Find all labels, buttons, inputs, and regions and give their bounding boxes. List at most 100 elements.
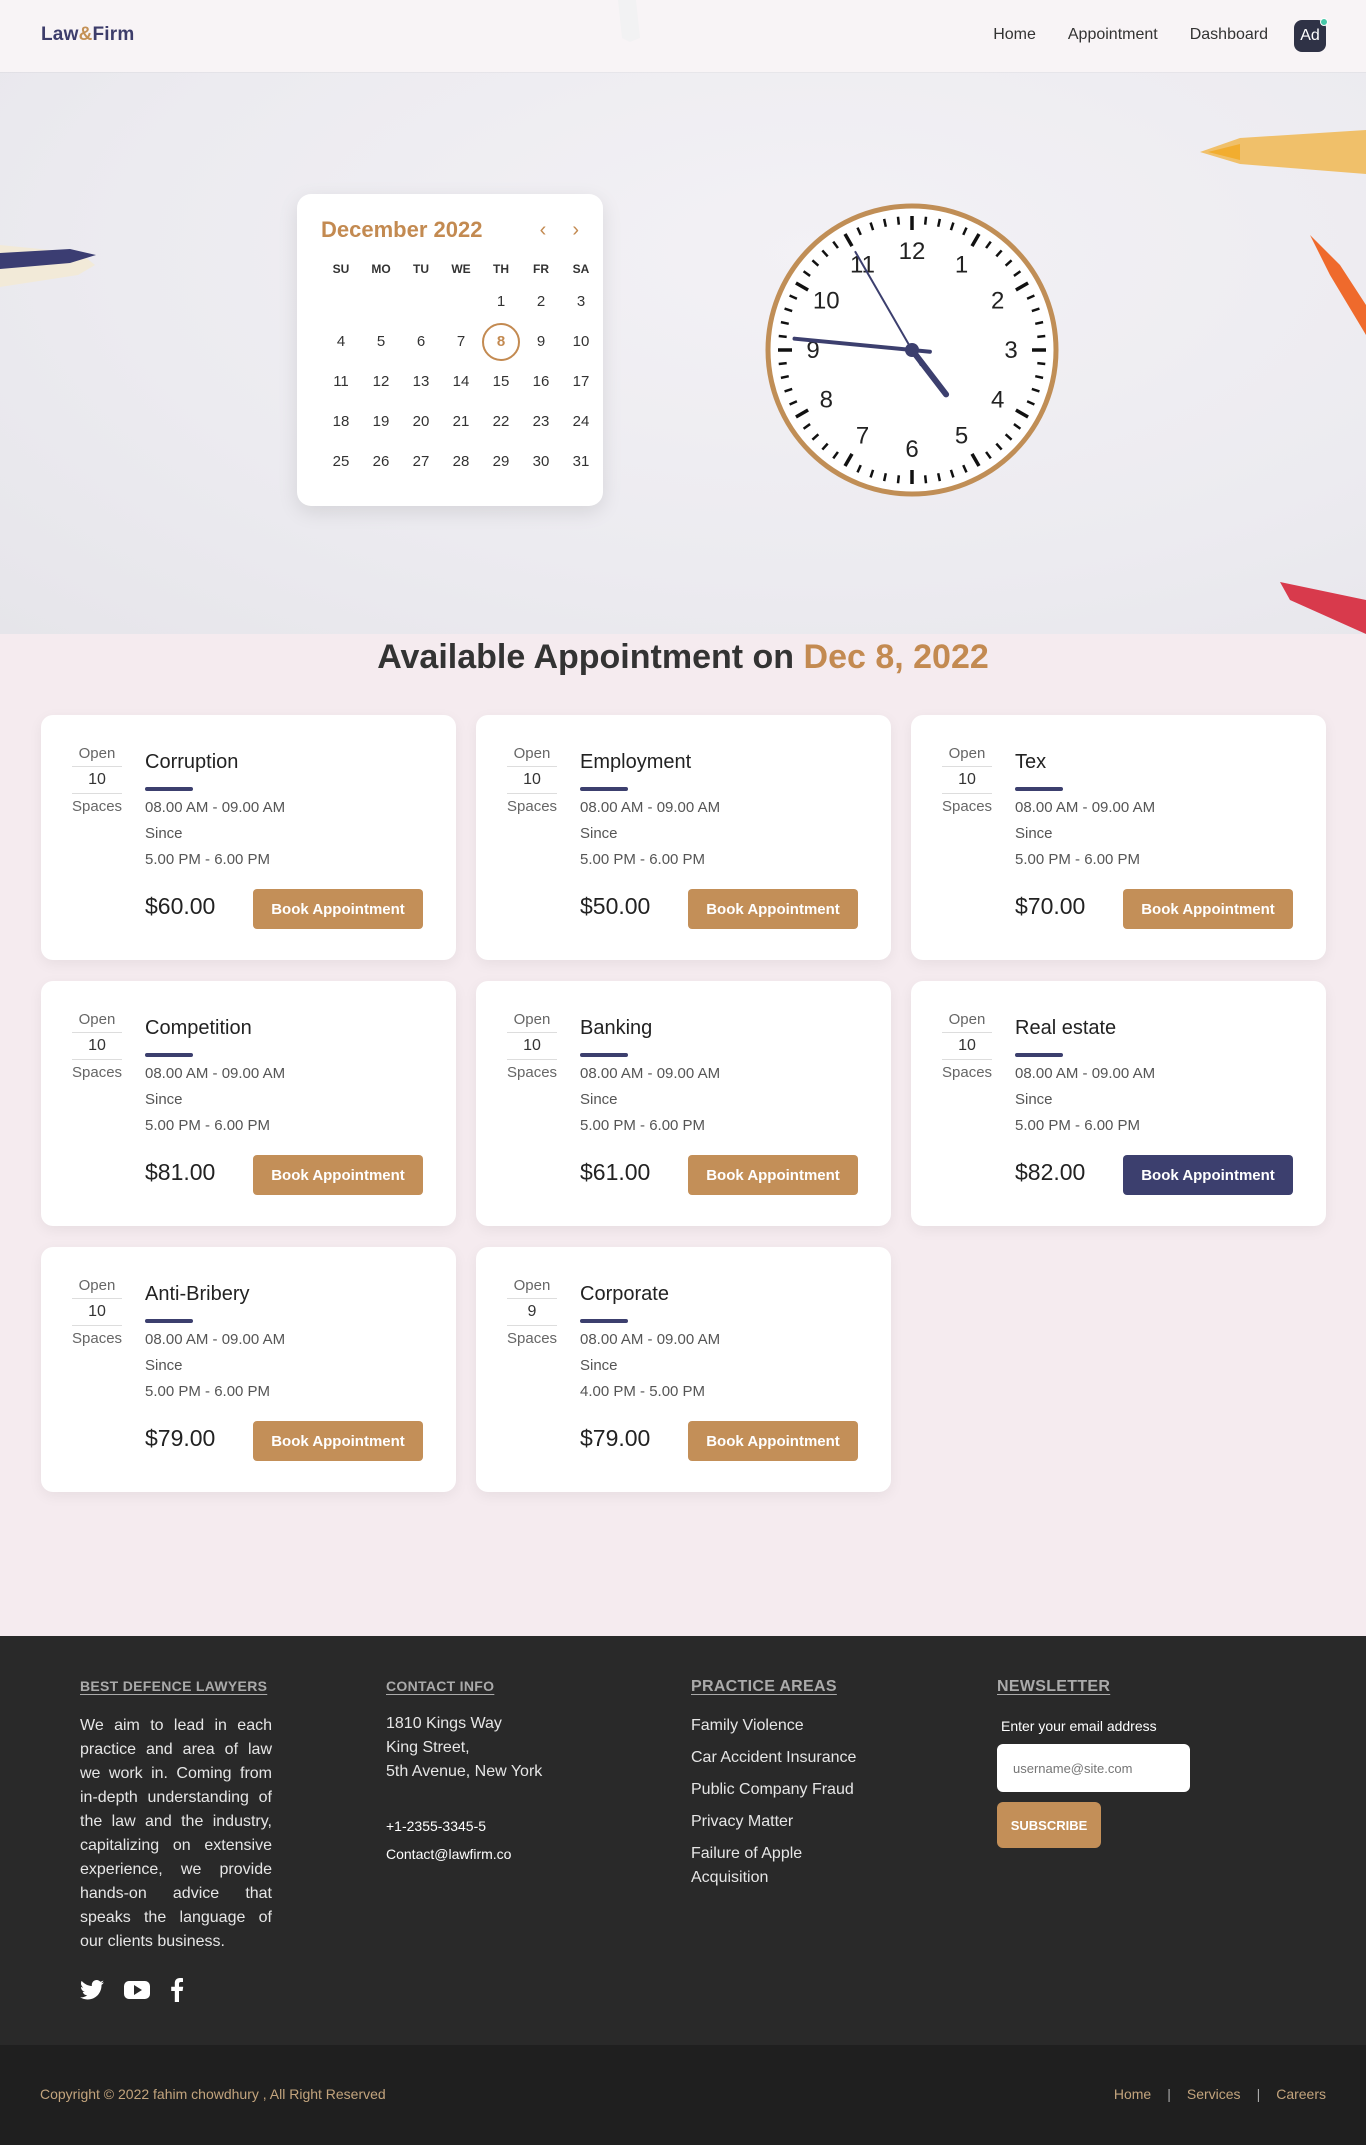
nav-link-appointment[interactable]: Appointment <box>1068 26 1158 44</box>
facebook-icon[interactable] <box>170 1978 184 2002</box>
book-appointment-button[interactable]: Book Appointment <box>688 1421 858 1461</box>
weekday-header: FR <box>533 262 549 276</box>
nav-link-dashboard[interactable]: Dashboard <box>1190 26 1268 44</box>
twitter-icon[interactable] <box>80 1980 104 2000</box>
practice-link[interactable]: Car Accident Insurance <box>691 1746 871 1770</box>
book-appointment-button[interactable]: Book Appointment <box>1123 889 1293 929</box>
appointment-card: Open 10 Spaces Corruption 08.00 AM - 09.00 A… <box>41 715 456 960</box>
calendar-day[interactable]: 1 <box>481 282 521 322</box>
practice-link[interactable]: Public Company Fraud <box>691 1778 871 1802</box>
calendar-day[interactable]: 2 <box>521 282 561 322</box>
newsletter-email-input[interactable] <box>997 1744 1190 1792</box>
calendar-day-selected[interactable]: 8 <box>481 322 521 362</box>
book-appointment-button[interactable]: Book Appointment <box>688 889 858 929</box>
practice-link[interactable]: Failure of Apple Acquisition <box>691 1842 831 1890</box>
bottom-link-home[interactable]: Home <box>1114 2086 1151 2102</box>
calendar-day[interactable]: 6 <box>401 322 441 362</box>
open-label: Open <box>78 745 116 762</box>
bottom-link-services[interactable]: Services <box>1187 2086 1241 2102</box>
calendar-day[interactable]: 20 <box>401 402 441 442</box>
calendar-day[interactable]: 5 <box>361 322 401 362</box>
subscribe-button[interactable]: SUBSCRIBE <box>997 1802 1101 1848</box>
clock-numeral: 10 <box>813 288 840 315</box>
address-line-3: 5th Avenue, New York <box>386 1763 543 1780</box>
section-title: Available Appointment on Dec 8, 2022 <box>377 638 989 676</box>
selected-date: Dec 8, 2022 <box>803 638 989 676</box>
calendar-day[interactable]: 17 <box>561 362 601 402</box>
spaces-count: 10 <box>942 766 992 794</box>
calendar-day[interactable]: 10 <box>561 322 601 362</box>
nav-link-home[interactable]: Home <box>993 26 1036 44</box>
youtube-icon[interactable] <box>124 1980 150 2000</box>
link-separator: | <box>1256 2086 1261 2102</box>
clock-tick <box>1034 320 1044 326</box>
calendar-day[interactable]: 25 <box>321 442 361 482</box>
card-title: Corruption <box>145 751 239 773</box>
book-appointment-button[interactable]: Book Appointment <box>253 889 423 929</box>
card-title: Employment <box>580 751 692 773</box>
pencil-decoration-right-orange <box>1200 130 1366 174</box>
top-navbar: Law&Firm Home Appointment Dashboard Ad <box>0 0 1366 72</box>
practice-link[interactable]: Family Violence <box>691 1714 871 1738</box>
calendar-day[interactable]: 23 <box>521 402 561 442</box>
calendar-day[interactable]: 24 <box>561 402 601 442</box>
bottom-link-careers[interactable]: Careers <box>1276 2086 1326 2102</box>
calendar-day[interactable]: 11 <box>321 362 361 402</box>
spaces-label: Spaces <box>942 1064 993 1081</box>
since-label: Since <box>145 1357 183 1374</box>
calendar-day[interactable]: 18 <box>321 402 361 442</box>
clock-tick <box>923 216 928 225</box>
clock-tick <box>778 361 787 366</box>
calendar-day[interactable]: 19 <box>361 402 401 442</box>
calendar-day[interactable]: 12 <box>361 362 401 402</box>
calendar-day[interactable]: 13 <box>401 362 441 402</box>
book-appointment-button[interactable]: Book Appointment <box>253 1421 423 1461</box>
calendar-day[interactable]: 9 <box>521 322 561 362</box>
open-label: Open <box>948 1011 986 1028</box>
calendar-day[interactable]: 3 <box>561 282 601 322</box>
footer-about: BEST DEFENCE LAWYERS We aim to lead in e… <box>80 1678 272 1954</box>
newsletter-label: Enter your email address <box>1001 1718 1157 1734</box>
calendar-day[interactable]: 22 <box>481 402 521 442</box>
calendar-day[interactable]: 21 <box>441 402 481 442</box>
calendar-day[interactable]: 7 <box>441 322 481 362</box>
card-title: Anti-Bribery <box>145 1283 250 1305</box>
calendar-day[interactable]: 28 <box>441 442 481 482</box>
clock-tick <box>882 472 888 482</box>
calendar-day[interactable]: 27 <box>401 442 441 482</box>
calendar-day[interactable]: 14 <box>441 362 481 402</box>
title-underline <box>1015 787 1063 791</box>
spaces-count: 10 <box>507 766 557 794</box>
email-address[interactable]: Contact@lawfirm.co <box>386 1840 542 1868</box>
spaces-count: 10 <box>72 766 122 794</box>
brand-logo[interactable]: Law&Firm <box>41 24 134 46</box>
open-label: Open <box>78 1277 116 1294</box>
time-slot-1: 08.00 AM - 09.00 AM <box>145 1065 286 1082</box>
card-price: $70.00 <box>1015 893 1086 919</box>
calendar-day[interactable]: 15 <box>481 362 521 402</box>
calendar-day[interactable]: 31 <box>561 442 601 482</box>
footer-contact-heading: CONTACT INFO <box>386 1678 495 1694</box>
book-appointment-button[interactable]: Book Appointment <box>253 1155 423 1195</box>
calendar-day[interactable]: 16 <box>521 362 561 402</box>
clock-tick <box>1034 374 1044 380</box>
book-appointment-button[interactable]: Book Appointment <box>688 1155 858 1195</box>
time-slot-2: 5.00 PM - 6.00 PM <box>145 851 271 868</box>
avatar[interactable]: Ad <box>1294 18 1328 52</box>
calendar-day[interactable]: 30 <box>521 442 561 482</box>
clock-tick <box>923 475 928 484</box>
book-appointment-button[interactable]: Book Appointment <box>1123 1155 1293 1195</box>
card-price: $79.00 <box>580 1425 651 1451</box>
time-slot-2: 5.00 PM - 6.00 PM <box>580 1117 706 1134</box>
chevron-right-icon[interactable]: › <box>572 219 579 242</box>
calendar-day[interactable]: 29 <box>481 442 521 482</box>
calendar-day[interactable]: 4 <box>321 322 361 362</box>
title-underline <box>580 1319 628 1323</box>
card-title: Banking <box>580 1017 653 1039</box>
online-status-dot <box>1320 18 1328 26</box>
calendar-day[interactable]: 26 <box>361 442 401 482</box>
spaces-count: 10 <box>942 1032 992 1060</box>
practice-link[interactable]: Privacy Matter <box>691 1810 871 1834</box>
phone-number[interactable]: +1-2355-3345-5 <box>386 1812 542 1840</box>
chevron-left-icon[interactable]: ‹ <box>540 219 547 242</box>
